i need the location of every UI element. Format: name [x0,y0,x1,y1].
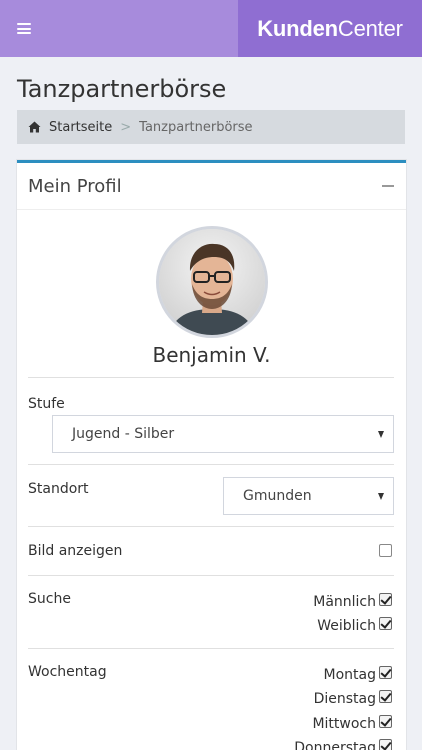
donnerstag-checkbox[interactable] [379,739,392,750]
divider [28,464,394,465]
wochentag-option-label: Donnerstag [294,740,376,750]
dropdown-caret-icon [378,430,384,438]
stufe-label: Stufe [28,396,65,412]
collapse-minus-icon[interactable] [381,179,395,193]
panel-header: Mein Profil [17,163,406,210]
avatar [156,226,268,338]
breadcrumb-home-link[interactable]: Startseite [49,120,112,135]
wochentag-label: Wochentag [28,664,107,680]
breadcrumb-current: Tanzpartnerbörse [139,119,253,135]
montag-checkbox[interactable] [379,666,392,679]
wochentag-option-label: Montag [323,667,376,683]
dienstag-checkbox[interactable] [379,690,392,703]
stufe-select-value: Jugend - Silber [72,426,175,442]
suche-option-label: Männlich [313,594,376,610]
stufe-select[interactable]: Jugend - Silber [52,415,394,453]
suche-label: Suche [28,591,71,607]
mittwoch-checkbox[interactable] [379,715,392,728]
divider [28,648,394,649]
bild-anzeigen-checkbox[interactable] [379,544,392,557]
divider [28,377,394,378]
avatar-image [159,229,265,335]
divider [28,575,394,576]
brand-light: Center [337,15,403,41]
divider [28,526,394,527]
standort-label: Standort [28,481,89,497]
home-icon [28,121,41,133]
brand-logo[interactable]: KundenCenter [238,0,422,57]
bild-anzeigen-label: Bild anzeigen [28,543,123,559]
maennlich-checkbox[interactable] [379,593,392,606]
standort-select[interactable]: Gmunden [223,477,394,515]
dropdown-caret-icon [378,492,384,500]
page-title: Tanzpartnerbörse [17,75,227,103]
hamburger-menu-icon[interactable] [0,0,48,57]
wochentag-option-label: Mittwoch [312,716,376,732]
panel-title: Mein Profil [28,175,122,197]
breadcrumb: Startseite > Tanzpartnerbörse [17,110,405,144]
weiblich-checkbox[interactable] [379,617,392,630]
profile-name: Benjamin V. [152,343,271,367]
brand-bold: Kunden [257,15,338,41]
profile-panel: Mein Profil Benjamin V. Stufe Jugend - S… [17,160,406,750]
top-bar: KundenCenter [0,0,422,57]
wochentag-option-label: Dienstag [313,691,376,707]
suche-option-label: Weiblich [317,618,376,634]
standort-select-value: Gmunden [243,488,312,504]
breadcrumb-separator: > [120,119,132,135]
